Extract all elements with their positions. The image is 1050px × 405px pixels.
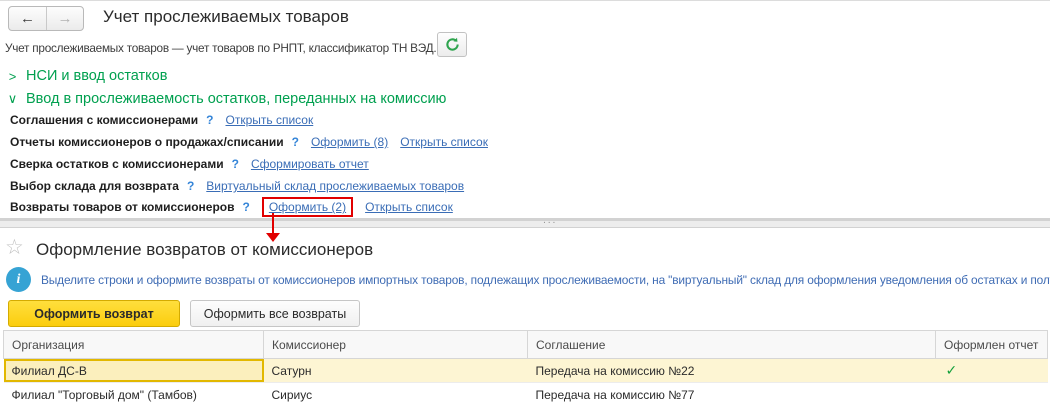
help-link[interactable]: ? — [242, 200, 249, 214]
chevron-down-icon: ∨ — [7, 91, 18, 106]
forward-icon: → — [57, 10, 73, 27]
open-list-link[interactable]: Открыть список — [400, 135, 488, 149]
open-list-link[interactable]: Открыть список — [226, 113, 314, 127]
chevron-right-icon: > — [8, 68, 17, 84]
info-banner-text: Выделите строки и оформите возвраты от к… — [41, 273, 1050, 287]
forward-button[interactable]: → — [46, 7, 83, 30]
task-label: Возвраты товаров от комиссионеров — [10, 200, 235, 214]
task-row-agreements: Соглашения с комиссионерами ? Открыть сп… — [10, 109, 313, 131]
annotation-highlight-box: Оформить (2) — [261, 197, 354, 217]
section-vvod-v-proslezhivaemost[interactable]: ∨ Ввод в прослеживаемость остатков, пере… — [6, 91, 447, 107]
cell-commission-agent[interactable]: Сириус — [263, 382, 528, 405]
nav-button-group: ← → — [8, 6, 84, 31]
info-icon: i — [6, 267, 31, 292]
cell-agreement[interactable]: Передача на комиссию №22 — [527, 358, 936, 383]
table-row[interactable]: Филиал ДС-В Сатурн Передача на комиссию … — [3, 358, 1048, 383]
back-icon: ← — [20, 10, 35, 27]
splitter-grip-icon: ∙∙∙ — [543, 217, 558, 228]
panel-splitter[interactable]: ∙∙∙ — [0, 217, 1050, 228]
issue-2-link[interactable]: Оформить (2) — [269, 200, 346, 214]
page-subtitle: Учет прослеживаемых товаров — учет товар… — [5, 41, 437, 55]
refresh-icon — [445, 37, 459, 51]
col-header-agreement[interactable]: Соглашение — [527, 330, 936, 359]
back-button[interactable]: ← — [9, 7, 46, 30]
issue-8-link[interactable]: Оформить (8) — [311, 135, 388, 149]
help-link[interactable]: ? — [292, 135, 299, 149]
generate-report-link[interactable]: Сформировать отчет — [251, 157, 369, 171]
section-nsi-i-vvod-ostatkov[interactable]: > НСИ и ввод остатков — [6, 68, 168, 84]
returns-table: Организация Комиссионер Соглашение Оформ… — [3, 330, 1048, 405]
annotation-arrow-stem — [272, 213, 274, 234]
col-header-report-issued[interactable]: Оформлен отчет — [935, 330, 1048, 359]
task-row-warehouse-choice: Выбор склада для возврата ? Виртуальный … — [10, 175, 464, 197]
issue-all-returns-button[interactable]: Оформить все возвраты — [190, 300, 360, 327]
traceable-goods-window: ← → Учет прослеживаемых товаров Учет про… — [0, 0, 1050, 405]
col-header-organization[interactable]: Организация — [3, 330, 264, 359]
issue-return-button[interactable]: Оформить возврат — [8, 300, 180, 327]
cell-agreement[interactable]: Передача на комиссию №77 — [527, 382, 936, 405]
cell-commission-agent[interactable]: Сатурн — [263, 358, 528, 383]
help-link[interactable]: ? — [232, 157, 239, 171]
refresh-button[interactable] — [437, 32, 467, 57]
task-label: Выбор склада для возврата — [10, 179, 179, 193]
task-row-returns: Возвраты товаров от комиссионеров ? Офор… — [10, 196, 453, 218]
task-label: Соглашения с комиссионерами — [10, 113, 199, 127]
annotation-arrow-head — [266, 233, 280, 242]
task-label: Сверка остатков с комиссионерами — [10, 157, 224, 171]
cell-organization[interactable]: Филиал "Торговый дом" (Тамбов) — [3, 382, 264, 405]
page-title: Учет прослеживаемых товаров — [103, 7, 349, 26]
task-row-balance-check: Сверка остатков с комиссионерами ? Сформ… — [10, 153, 369, 175]
report-done-check-icon: ✓ — [935, 358, 1048, 383]
task-row-agent-reports: Отчеты комиссионеров о продажах/списании… — [10, 131, 488, 153]
open-list-link[interactable]: Открыть список — [365, 200, 453, 214]
virtual-warehouse-link[interactable]: Виртуальный склад прослеживаемых товаров — [206, 179, 464, 193]
help-link[interactable]: ? — [187, 179, 194, 193]
col-header-commission-agent[interactable]: Комиссионер — [263, 330, 528, 359]
table-header-row: Организация Комиссионер Соглашение Оформ… — [3, 330, 1048, 359]
report-done-check-icon — [935, 382, 1048, 405]
help-link[interactable]: ? — [206, 113, 213, 127]
section-label: НСИ и ввод остатков — [26, 68, 168, 84]
favorite-star-icon[interactable]: ☆ — [5, 237, 24, 258]
task-label: Отчеты комиссионеров о продажах/списании — [10, 135, 284, 149]
table-row[interactable]: Филиал "Торговый дом" (Тамбов) Сириус Пе… — [3, 382, 1048, 405]
panel-title: Оформление возвратов от комиссионеров — [36, 240, 374, 259]
section-label: Ввод в прослеживаемость остатков, переда… — [26, 91, 447, 107]
cell-organization[interactable]: Филиал ДС-В — [3, 358, 264, 383]
